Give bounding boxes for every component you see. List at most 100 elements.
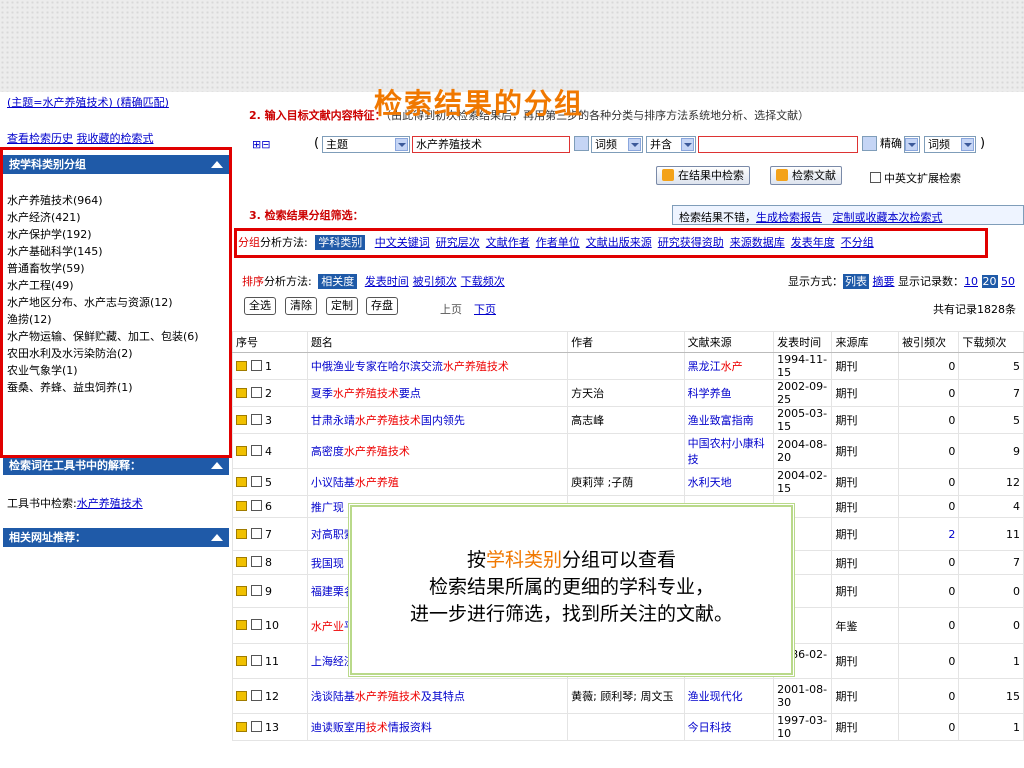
- column-header[interactable]: 被引频次: [898, 331, 960, 353]
- document-icon[interactable]: [236, 557, 247, 567]
- row-checkbox[interactable]: [251, 619, 262, 630]
- author-cell[interactable]: 庾莉萍 ;子荫: [567, 468, 685, 496]
- cn-en-ext-checkbox[interactable]: 中英文扩展检索: [870, 170, 961, 186]
- field-select[interactable]: 主题: [322, 136, 410, 153]
- freq-select-2[interactable]: 词频: [924, 136, 976, 153]
- keyword-input[interactable]: 水产养殖技术: [412, 136, 570, 153]
- cite-cell[interactable]: 0: [898, 678, 960, 714]
- sort-link[interactable]: 下载频次: [461, 275, 505, 288]
- document-icon[interactable]: [236, 414, 247, 425]
- cite-cell[interactable]: 0: [898, 433, 960, 469]
- sort-link[interactable]: 被引频次: [413, 275, 457, 288]
- cite-cell[interactable]: 0: [898, 643, 960, 679]
- row-checkbox[interactable]: [251, 584, 262, 596]
- history-link[interactable]: 查看检索历史: [7, 132, 73, 145]
- source-cell[interactable]: 水利天地: [683, 468, 775, 496]
- title-cell[interactable]: 高密度水产养殖技术: [306, 433, 569, 469]
- next-page-link[interactable]: 下页: [474, 301, 496, 317]
- author-cell[interactable]: 高志峰: [567, 406, 685, 434]
- cite-cell[interactable]: 0: [898, 468, 960, 496]
- column-header[interactable]: 来源库: [831, 331, 900, 353]
- related-sites-header[interactable]: 相关网址推荐：: [3, 528, 229, 547]
- cite-cell[interactable]: 0: [898, 713, 960, 741]
- save-button[interactable]: 存盘: [366, 297, 398, 315]
- dictionary-icon[interactable]: [574, 136, 589, 151]
- search-in-results-button[interactable]: 在结果中检索: [656, 166, 750, 185]
- author-cell[interactable]: [567, 713, 685, 741]
- source-cell[interactable]: 黑龙江水产: [683, 352, 775, 380]
- cite-cell[interactable]: 0: [898, 495, 960, 518]
- count-20[interactable]: 20: [981, 275, 998, 288]
- title-cell[interactable]: 夏季水产养殖技术要点: [306, 379, 569, 407]
- expand-collapse-icon[interactable]: ⊞⊟: [252, 138, 270, 151]
- cite-cell[interactable]: 0: [898, 352, 960, 380]
- sort-link[interactable]: 发表时间: [365, 275, 409, 288]
- title-cell[interactable]: 甘肃永靖水产养殖技术国内领先: [306, 406, 569, 434]
- tool-book-link[interactable]: 水产养殖技术: [77, 497, 143, 510]
- column-header[interactable]: 文献来源: [683, 331, 775, 353]
- document-icon[interactable]: [236, 445, 247, 456]
- display-list-tab[interactable]: 列表: [843, 274, 869, 289]
- logic-select[interactable]: 并含: [646, 136, 696, 153]
- document-icon[interactable]: [236, 501, 247, 511]
- row-checkbox[interactable]: [251, 500, 262, 511]
- author-cell[interactable]: [567, 352, 685, 380]
- row-checkbox[interactable]: [251, 689, 262, 701]
- freq-select[interactable]: 词频: [591, 136, 643, 153]
- document-icon[interactable]: [236, 528, 247, 539]
- search-docs-button[interactable]: 检索文献: [770, 166, 842, 185]
- title-cell[interactable]: 浅谈陆基水产养殖技术及其特点: [306, 678, 569, 714]
- document-icon[interactable]: [236, 585, 247, 596]
- column-header[interactable]: 下载频次: [958, 331, 1024, 353]
- report-link[interactable]: 生成检索报告: [756, 211, 822, 224]
- source-cell[interactable]: 渔业致富指南: [683, 406, 775, 434]
- saved-query-link[interactable]: 我收藏的检索式: [77, 132, 154, 145]
- column-header[interactable]: 题名: [306, 331, 569, 353]
- collapse-icon[interactable]: [211, 462, 223, 469]
- row-checkbox[interactable]: [251, 359, 262, 371]
- row-checkbox[interactable]: [251, 444, 262, 456]
- row-checkbox[interactable]: [251, 654, 262, 666]
- row-checkbox[interactable]: [251, 527, 262, 539]
- display-abstract-link[interactable]: 摘要: [873, 275, 895, 288]
- count-50[interactable]: 50: [1001, 275, 1015, 288]
- count-10[interactable]: 10: [964, 275, 978, 288]
- collapse-icon[interactable]: [211, 534, 223, 541]
- query-summary-link[interactable]: (主题=水产养殖技术) (精确匹配): [7, 94, 169, 110]
- cite-cell[interactable]: 0: [898, 607, 960, 644]
- select-all-button[interactable]: 全选: [244, 297, 276, 315]
- cite-cell[interactable]: 0: [898, 574, 960, 608]
- cite-cell[interactable]: 0: [898, 379, 960, 407]
- column-header[interactable]: 发表时间: [773, 331, 833, 353]
- document-icon[interactable]: [236, 690, 247, 701]
- sort-relevance-tab[interactable]: 相关度: [318, 274, 358, 289]
- row-checkbox[interactable]: [251, 413, 262, 425]
- document-icon[interactable]: [236, 620, 247, 630]
- document-icon[interactable]: [236, 387, 247, 398]
- clear-button[interactable]: 清除: [285, 297, 317, 315]
- author-cell[interactable]: 黄薇; 顾利琴; 周文玉: [567, 678, 685, 714]
- document-icon[interactable]: [236, 655, 247, 666]
- cite-cell[interactable]: 2: [898, 517, 960, 551]
- match-select[interactable]: [904, 136, 920, 153]
- dictionary-icon-2[interactable]: [862, 136, 877, 151]
- row-checkbox[interactable]: [251, 386, 262, 398]
- document-icon[interactable]: [236, 721, 247, 732]
- title-cell[interactable]: 迪读贩室用技术情报资料: [306, 713, 569, 741]
- source-cell[interactable]: 中国农村小康科技: [683, 433, 775, 469]
- author-cell[interactable]: [567, 433, 685, 469]
- column-header[interactable]: 作者: [567, 331, 685, 353]
- row-checkbox[interactable]: [251, 720, 262, 732]
- save-query-link[interactable]: 定制或收藏本次检索式: [833, 211, 943, 224]
- row-checkbox[interactable]: [251, 475, 262, 487]
- title-cell[interactable]: 中俄渔业专家在哈尔滨交流水产养殖技术: [306, 352, 569, 380]
- cite-cell[interactable]: 0: [898, 550, 960, 575]
- second-keyword-input[interactable]: [698, 136, 858, 153]
- source-cell[interactable]: 渔业现代化: [683, 678, 775, 714]
- cite-cell[interactable]: 0: [898, 406, 960, 434]
- document-icon[interactable]: [236, 360, 247, 371]
- document-icon[interactable]: [236, 476, 247, 487]
- title-cell[interactable]: 小议陆基水产养殖: [306, 468, 569, 496]
- source-cell[interactable]: 今日科技: [683, 713, 775, 741]
- custom-button[interactable]: 定制: [326, 297, 358, 315]
